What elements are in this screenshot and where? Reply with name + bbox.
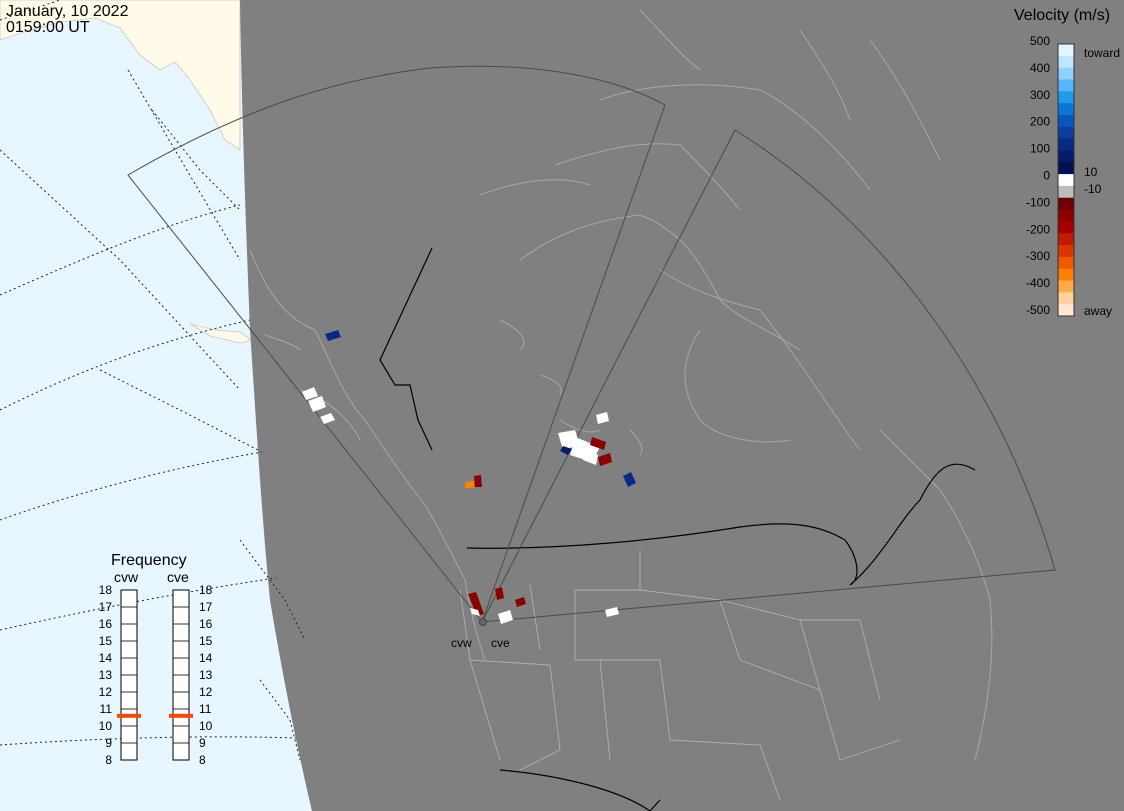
legend-tick-6: -100 bbox=[1026, 195, 1050, 209]
frequency-tick-right-17: 17 bbox=[199, 600, 213, 614]
map-date: January, 10 2022 bbox=[6, 3, 129, 20]
frequency-indicator-cve bbox=[169, 713, 193, 718]
frequency-column-label-cvw: cvw bbox=[114, 569, 139, 585]
night-region bbox=[240, 0, 1124, 811]
legend-tick-7: -200 bbox=[1026, 222, 1050, 236]
legend-neg-threshold: -10 bbox=[1084, 182, 1102, 196]
frequency-tick-left-15: 15 bbox=[99, 634, 113, 648]
velocity-cell-alberta-2 bbox=[465, 481, 474, 488]
legend-swatch-9 bbox=[1058, 150, 1074, 163]
legend-swatch-7 bbox=[1058, 126, 1074, 140]
frequency-tick-left-11: 11 bbox=[100, 702, 113, 716]
legend-tick-8: -300 bbox=[1026, 249, 1050, 263]
legend-tick-9: -400 bbox=[1026, 276, 1050, 290]
legend-swatch-11 bbox=[1058, 174, 1074, 187]
frequency-tick-right-10: 10 bbox=[199, 719, 213, 733]
legend-swatch-4 bbox=[1058, 91, 1074, 104]
legend-swatch-1 bbox=[1058, 55, 1074, 69]
superdarn-velocity-map: cvw cve January, 10 2022 0159:00 UT Velo… bbox=[0, 0, 1124, 811]
legend-title: Velocity (m/s) bbox=[1014, 7, 1110, 24]
legend-swatch-22 bbox=[1058, 304, 1074, 317]
legend-swatch-19 bbox=[1058, 268, 1074, 282]
legend-away-label: away bbox=[1084, 304, 1112, 318]
legend-swatch-12 bbox=[1058, 185, 1074, 199]
legend-tick-0: 500 bbox=[1030, 34, 1050, 48]
frequency-tick-right-13: 13 bbox=[199, 668, 213, 682]
frequency-tick-left-12: 12 bbox=[99, 685, 113, 699]
legend-swatch-17 bbox=[1058, 245, 1074, 258]
radar-label-cve: cve bbox=[491, 636, 510, 650]
legend-toward-label: toward bbox=[1084, 46, 1120, 60]
frequency-tick-right-18: 18 bbox=[199, 583, 213, 597]
legend-swatch-16 bbox=[1058, 233, 1074, 246]
legend-tick-4: 100 bbox=[1030, 142, 1050, 156]
frequency-tick-left-10: 10 bbox=[99, 719, 113, 733]
legend-swatch-14 bbox=[1058, 209, 1074, 222]
frequency-tick-left-14: 14 bbox=[99, 651, 113, 665]
frequency-tick-right-12: 12 bbox=[199, 685, 213, 699]
legend-swatch-2 bbox=[1058, 67, 1074, 80]
legend-pos-threshold: 10 bbox=[1084, 165, 1098, 179]
legend-tick-10: -500 bbox=[1026, 303, 1050, 317]
legend-swatch-5 bbox=[1058, 103, 1074, 116]
radar-label-cvw: cvw bbox=[451, 636, 472, 650]
frequency-column-label-cve: cve bbox=[167, 569, 189, 585]
frequency-tick-right-15: 15 bbox=[199, 634, 213, 648]
frequency-tick-left-9: 9 bbox=[105, 736, 112, 750]
legend-tick-1: 400 bbox=[1030, 61, 1050, 75]
legend-swatch-10 bbox=[1058, 162, 1074, 175]
frequency-tick-right-14: 14 bbox=[199, 651, 213, 665]
frequency-tick-right-16: 16 bbox=[199, 617, 213, 631]
frequency-tick-right-8: 8 bbox=[199, 753, 206, 767]
legend-swatch-0 bbox=[1058, 44, 1074, 57]
legend-tick-5: 0 bbox=[1043, 169, 1050, 183]
frequency-tick-left-16: 16 bbox=[99, 617, 113, 631]
frequency-tick-left-13: 13 bbox=[99, 668, 113, 682]
legend-swatch-20 bbox=[1058, 280, 1074, 293]
frequency-indicator-cvw bbox=[117, 713, 141, 718]
legend-tick-3: 200 bbox=[1030, 115, 1050, 129]
legend-color-bar bbox=[1058, 44, 1074, 317]
frequency-tick-left-17: 17 bbox=[99, 600, 113, 614]
frequency-title: Frequency bbox=[111, 552, 187, 569]
frequency-tick-right-11: 11 bbox=[199, 702, 212, 716]
legend-swatch-13 bbox=[1058, 197, 1074, 211]
radar-site-marker bbox=[479, 618, 487, 626]
legend-swatch-3 bbox=[1058, 79, 1074, 92]
legend-swatch-18 bbox=[1058, 256, 1074, 270]
legend-tick-2: 300 bbox=[1030, 88, 1050, 102]
legend-swatch-8 bbox=[1058, 138, 1074, 151]
legend-swatch-15 bbox=[1058, 221, 1074, 234]
frequency-tick-right-9: 9 bbox=[199, 736, 206, 750]
map-time: 0159:00 UT bbox=[6, 19, 90, 36]
frequency-tick-left-8: 8 bbox=[105, 753, 112, 767]
legend-swatch-6 bbox=[1058, 114, 1074, 128]
velocity-cell-alberta-1 bbox=[474, 475, 482, 487]
legend-swatch-21 bbox=[1058, 292, 1074, 305]
frequency-tick-left-18: 18 bbox=[99, 583, 113, 597]
